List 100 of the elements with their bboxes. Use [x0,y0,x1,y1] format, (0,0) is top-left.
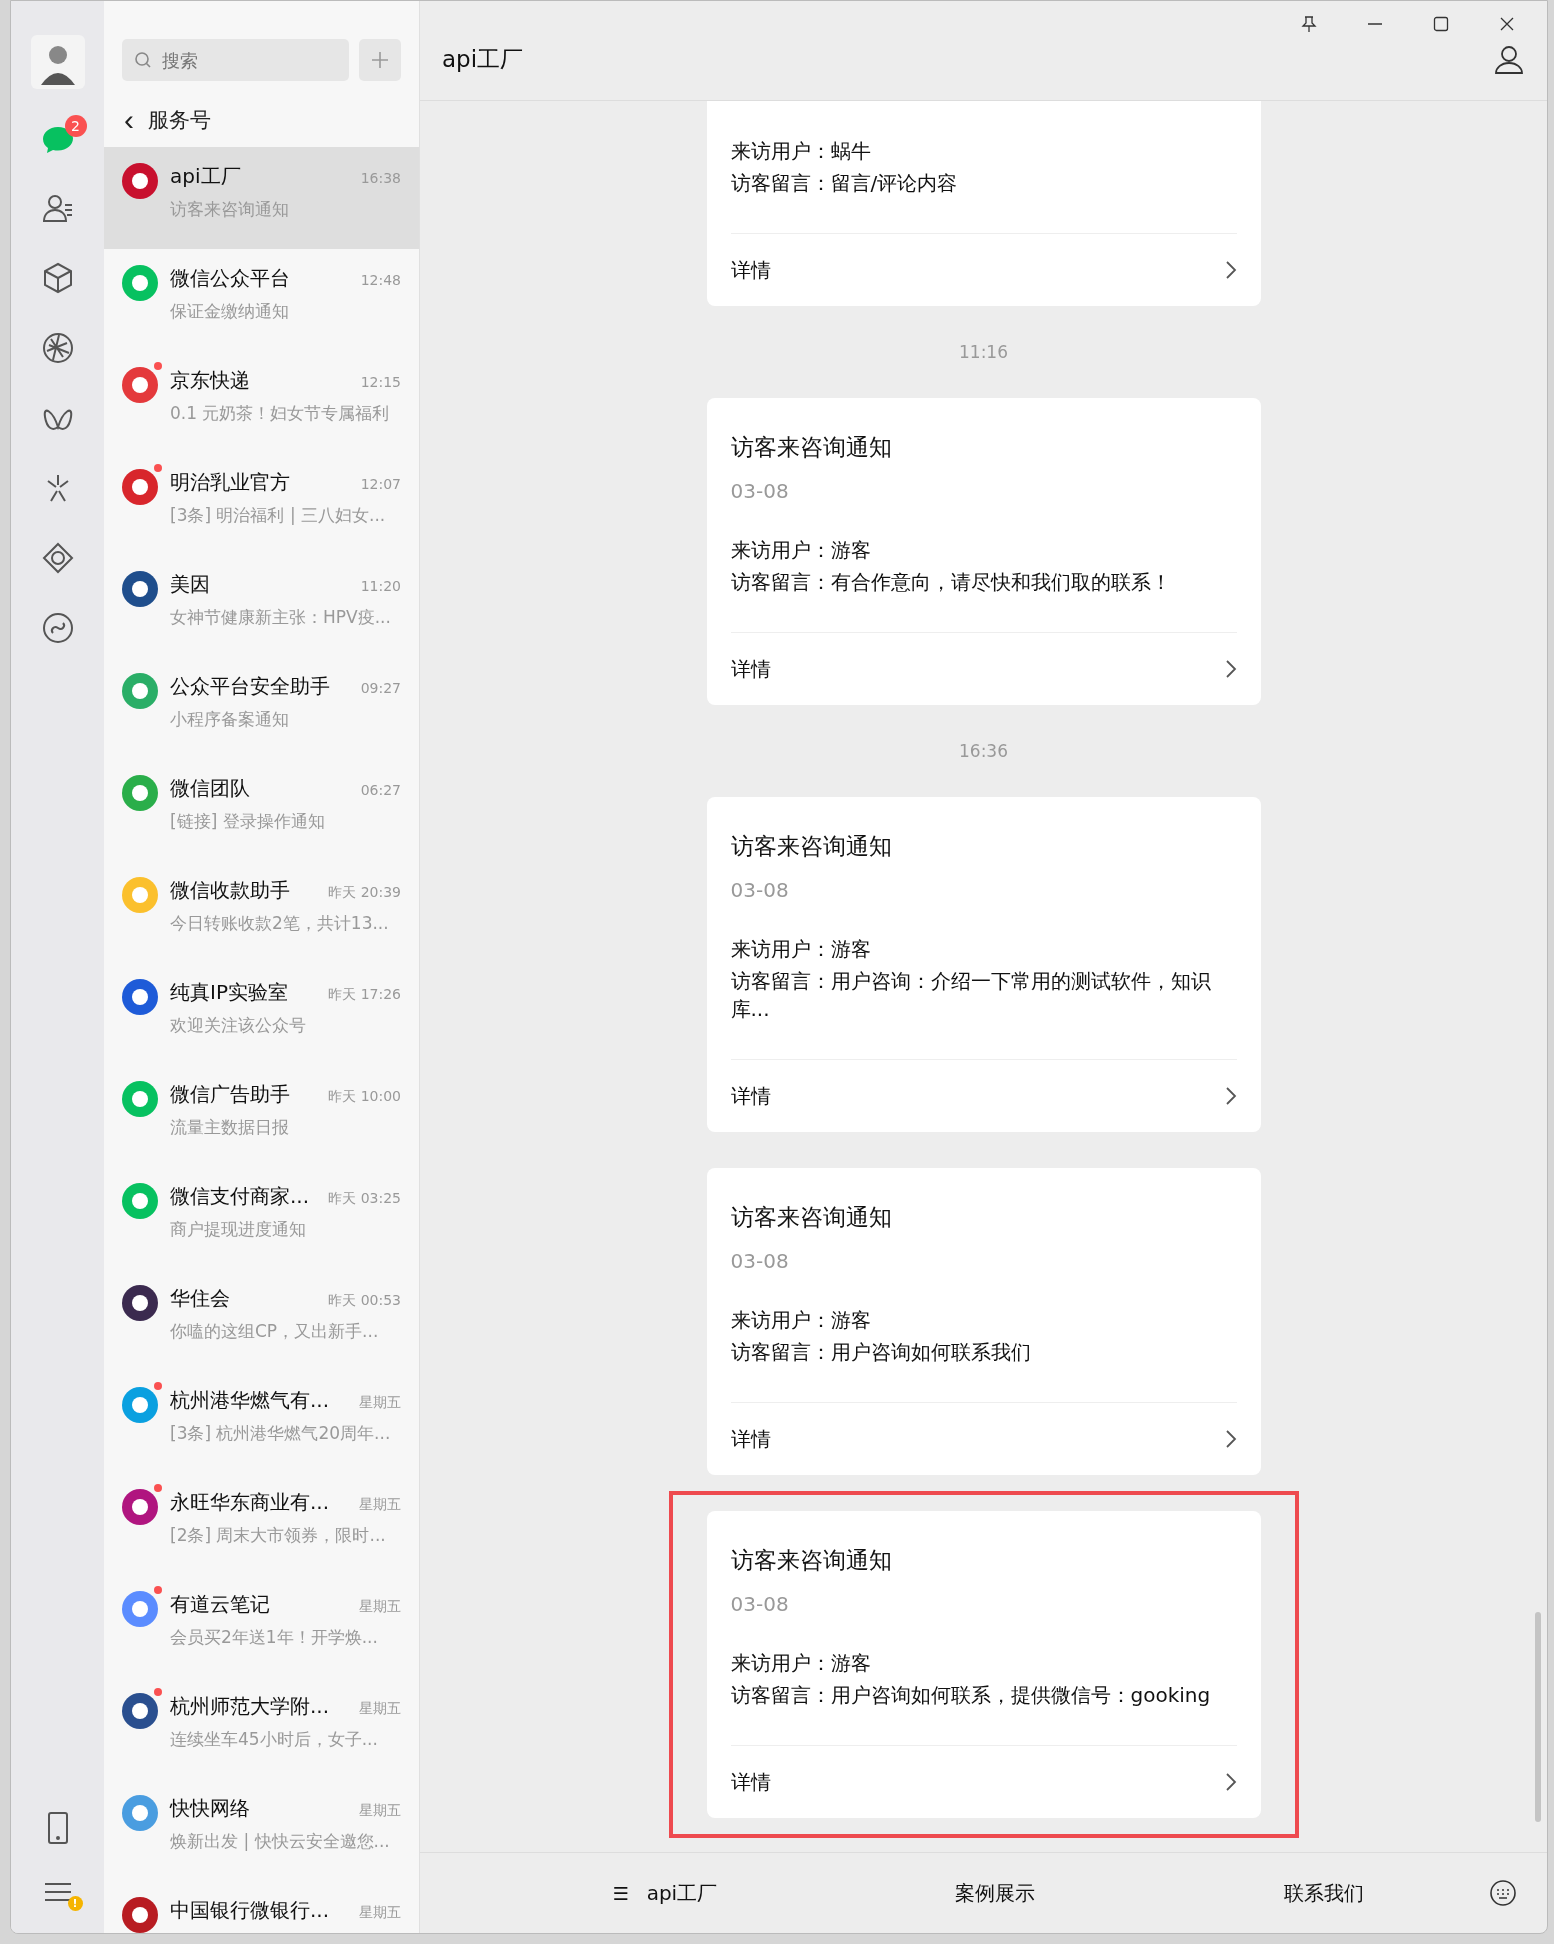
card-title: 访客来咨询通知 [730,433,893,462]
conversation-time: 昨天 10:00 [328,1088,401,1106]
conversation-item[interactable]: 杭州师范大学附... 星期五 连续坐车45小时后，女子... [104,1677,419,1779]
details-link[interactable]: 详情 [730,1402,1237,1475]
back-button[interactable]: ‹ [124,105,134,135]
conversation-name: 微信广告助手 [170,1081,290,1108]
details-link[interactable]: 详情 [730,632,1237,705]
keyboard-icon[interactable] [1489,1879,1517,1907]
conversation-time: 12:07 [360,476,401,492]
conversation-item[interactable]: 快快网络 星期五 焕新出发 | 快快云安全邀您... [104,1779,419,1881]
conversation-item[interactable]: 京东快递 12:15 0.1 元奶茶！妇女节专属福利 [104,351,419,453]
conversation-preview: 你嗑的这组CP，又出新手... [170,1320,380,1343]
visitor-user: 来访用户：游客 [730,1307,872,1334]
card-date: 03-08 [730,878,790,902]
chevron-icon [1224,1429,1237,1449]
diamond-icon[interactable] [40,541,75,575]
conversation-preview: 焕新出发 | 快快云安全邀您... [170,1830,391,1853]
card-date: 03-08 [730,1592,790,1616]
menu-icon[interactable] [42,1881,73,1903]
card-title: 访客来咨询通知 [730,1203,893,1232]
visitor-message: 访客留言：用户咨询：介绍一下常用的测试软件，知识库... [730,968,1212,1023]
visitor-user: 来访用户：游客 [730,1650,872,1677]
close-icon[interactable] [1499,15,1515,33]
conversation-name: 微信团队 [170,775,250,802]
card-date: 03-08 [730,479,790,503]
card-title: 访客来咨询通知 [730,1546,893,1575]
conversation-item[interactable]: 微信团队 06:27 [链接] 登录操作通知 [104,759,419,861]
menu-button[interactable]: 联系我们 [1159,1878,1489,1908]
conversation-item[interactable]: 华住会 昨天 00:53 你嗑的这组CP，又出新手... [104,1269,419,1371]
conversation-item[interactable]: 公众平台安全助手 09:27 小程序备案通知 [104,657,419,759]
visitor-message: 访客留言：有合作意向，请尽快和我们取的联系！ [730,569,1172,596]
conversation-time: 昨天 17:26 [328,986,401,1004]
conversation-time: 11:20 [360,578,401,594]
conversation-time: 星期五 [359,1394,401,1412]
conversation-name: 美因 [170,571,210,598]
aperture-icon[interactable] [40,331,75,365]
visitor-message: 访客留言：用户咨询如何联系我们 [730,1339,1032,1366]
conversation-name: 微信支付商家... [170,1183,310,1210]
conversation-preview: 女神节健康新主张：HPV疫... [170,606,392,629]
conversation-name: 杭州港华燃气有... [170,1387,330,1414]
conversation-time: 星期五 [359,1700,401,1718]
conversation-item[interactable]: 有道云笔记 星期五 会员买2年送1年！开学焕... [104,1575,419,1677]
conversation-item[interactable]: 杭州港华燃气有... 星期五 [3条] 杭州港华燃气20周年... [104,1371,419,1473]
conversation-name: 华住会 [170,1285,230,1312]
conversation-name: 纯真IP实验室 [170,979,288,1006]
conversation-name: 中国银行微银行... [170,1897,330,1924]
pin-icon[interactable] [1301,15,1317,33]
conversation-preview: 保证金缴纳通知 [170,300,290,323]
chevron-icon [1224,1772,1237,1792]
conversation-name: 微信收款助手 [170,877,290,904]
conversation-time: 昨天 00:53 [328,1292,401,1310]
conversation-time: 昨天 03:25 [328,1190,401,1208]
unread-badge: 2 [64,115,87,137]
scrollbar[interactable] [1535,1612,1541,1822]
timestamp: 11:16 [959,342,1008,362]
chevron-icon [1224,1086,1237,1106]
details-link[interactable]: 详情 [730,233,1237,306]
visitor-user: 来访用户：游客 [730,936,872,963]
conversation-item[interactable]: api工厂 16:38 访客来咨询通知 [104,147,419,249]
chat-title: api工厂 [442,44,524,74]
conversation-item[interactable]: 美因 11:20 女神节健康新主张：HPV疫... [104,555,419,657]
conversation-name: 明治乳业官方 [170,469,290,496]
conversation-time: 12:48 [360,272,401,288]
conversation-preview: 0.1 元奶茶！妇女节专属福利 [170,402,391,425]
conversation-time: 12:15 [360,374,401,390]
profile-icon[interactable] [1493,43,1525,75]
list-title: 服务号 [148,107,211,134]
conversation-time: 星期五 [359,1496,401,1514]
warning-badge: ! [67,1896,83,1911]
conversation-item[interactable]: 明治乳业官方 12:07 [3条] 明治福利 | 三八妇女... [104,453,419,555]
conversation-item[interactable]: 纯真IP实验室 昨天 17:26 欢迎关注该公众号 [104,963,419,1065]
conversation-time: 星期五 [359,1598,401,1616]
conversation-item[interactable]: 微信公众平台 12:48 保证金缴纳通知 [104,249,419,351]
conversation-item[interactable]: 永旺华东商业有... 星期五 [2条] 周末大市领券，限时... [104,1473,419,1575]
card-date: 03-08 [730,1249,790,1273]
conversation-name: 有道云笔记 [170,1591,270,1618]
conversation-item[interactable]: 微信收款助手 昨天 20:39 今日转账收款2笔，共计13... [104,861,419,963]
maximize-icon[interactable] [1433,15,1449,33]
conversation-name: 公众平台安全助手 [170,673,330,700]
conversation-item[interactable]: 中国银行微银行... 星期五 [104,1881,419,1933]
details-link[interactable]: 详情 [730,1745,1237,1818]
phone-icon[interactable] [45,1811,70,1845]
conversation-name: api工厂 [170,163,241,190]
conversation-preview: 商户提现进度通知 [170,1218,307,1241]
conversation-preview: 欢迎关注该公众号 [170,1014,307,1037]
menu-button[interactable]: ☰ api工厂 [500,1878,830,1908]
visitor-user: 来访用户：蜗牛 [730,138,872,165]
chevron-icon [1224,260,1237,280]
conversation-item[interactable]: 微信支付商家... 昨天 03:25 商户提现进度通知 [104,1167,419,1269]
details-link[interactable]: 详情 [730,1059,1237,1132]
user-avatar[interactable] [30,35,85,89]
conversation-preview: 今日转账收款2笔，共计13... [170,912,390,935]
conversation-preview: [2条] 周末大市领券，限时... [170,1524,387,1547]
visitor-message: 访客留言：留言/评论内容 [730,170,959,197]
conversation-name: 快快网络 [170,1795,250,1822]
mini-program-icon[interactable] [40,611,75,645]
search-field[interactable]: 搜索 [122,39,349,81]
conversation-item[interactable]: 微信广告助手 昨天 10:00 流量主数据日报 [104,1065,419,1167]
menu-button[interactable]: 案例展示 [829,1878,1160,1908]
conversation-preview: [链接] 登录操作通知 [170,810,326,833]
